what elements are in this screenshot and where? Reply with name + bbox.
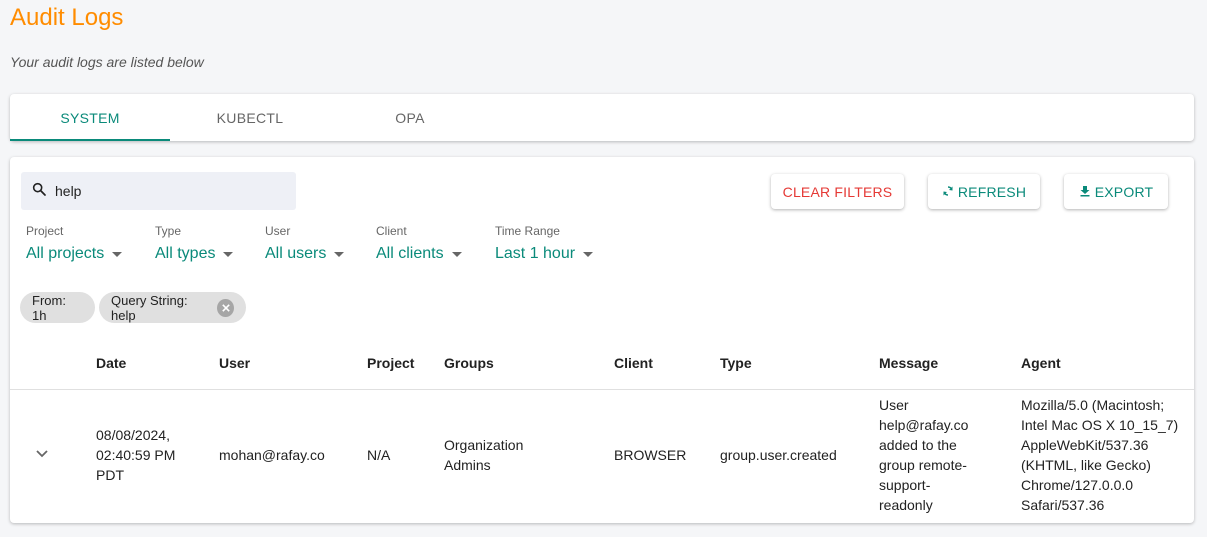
column-header-agent[interactable]: Agent [1021,355,1061,371]
cell-groups: Organization Admins [444,435,523,475]
cell-user: mohan@rafay.co [219,447,325,463]
filter-user-select[interactable]: All users [265,245,345,263]
cell-message-line: added to the [879,437,957,453]
cell-message-line: readonly [879,497,933,513]
clear-filters-button[interactable]: CLEAR FILTERS [771,174,904,209]
refresh-icon [942,184,954,200]
column-header-type[interactable]: Type [720,355,752,371]
page-subtitle: Your audit logs are listed below [10,54,204,70]
filter-client-label: Client [376,224,407,238]
tab-kubectl[interactable]: KUBECTL [170,94,330,141]
search-box[interactable] [21,172,296,210]
column-header-client[interactable]: Client [614,355,653,371]
column-header-groups[interactable]: Groups [444,355,494,371]
table-header: Date User Project Groups Client Type Mes… [10,337,1194,390]
cell-type: group.user.created [720,447,837,463]
cell-agent: Mozilla/5.0 (Macintosh; Intel Mac OS X 1… [1021,395,1178,515]
caret-down-icon [112,251,123,257]
cell-date-line: 08/08/2024, [96,427,170,443]
search-input[interactable] [55,183,275,199]
table-row[interactable]: 08/08/2024, 02:40:59 PM PDT mohan@rafay.… [10,390,1194,523]
cell-agent-line: Chrome/127.0.0.0 [1021,477,1134,493]
refresh-label: REFRESH [957,183,1027,200]
clear-filters-label: CLEAR FILTERS [782,183,893,200]
caret-down-icon [583,251,594,257]
cell-message-line: help@rafay.co [879,417,969,433]
filter-client-value: All clients [376,245,444,262]
filter-client: Client All clients [376,224,462,263]
filter-client-select[interactable]: All clients [376,245,462,263]
cell-client: BROWSER [614,447,687,463]
export-label: EXPORT [1094,183,1154,200]
caret-down-icon [223,251,234,257]
tab-system[interactable]: SYSTEM [10,94,170,141]
chip-remove-icon[interactable] [217,298,234,317]
cell-agent-line: AppleWebKit/537.36 [1021,437,1149,453]
chip-from-label: From: 1h [32,292,66,323]
filter-type-label: Type [155,224,182,238]
filter-time-range-select[interactable]: Last 1 hour [495,245,594,263]
filter-time-range-value: Last 1 hour [495,245,576,262]
column-header-message[interactable]: Message [879,355,938,371]
filter-user-value: All users [265,245,327,262]
chip-query-string: Query String: help [99,292,246,323]
filter-project: Project All projects [26,224,123,263]
filter-project-value: All projects [26,245,105,262]
chevron-down-icon[interactable] [34,446,50,462]
caret-down-icon [334,251,345,257]
cell-message-line: group remote- [879,457,967,473]
cell-groups-line: Organization [444,437,524,453]
chip-query-string-label: Query String: help [111,292,188,323]
audit-log-panel: CLEAR FILTERS REFRESH EXPORT Project All… [10,157,1194,523]
filter-user: User All users [265,224,345,263]
export-button[interactable]: EXPORT [1064,174,1168,209]
search-icon [31,181,47,202]
caret-down-icon [451,251,462,257]
filter-type: Type All types [155,224,234,263]
cell-agent-line: Intel Mac OS X 10_15_7) [1021,417,1179,433]
chip-from: From: 1h [20,292,95,323]
cell-message: User help@rafay.co added to the group re… [879,395,968,515]
filter-project-label: Project [26,224,64,238]
column-header-project[interactable]: Project [367,355,414,371]
cell-date-line: 02:40:59 PM [96,447,176,463]
cell-agent-line: (KHTML, like Gecko) [1021,457,1151,473]
tab-opa[interactable]: OPA [330,94,490,141]
cell-groups-line: Admins [444,457,491,473]
download-icon [1079,184,1091,200]
tab-bar: SYSTEM KUBECTL OPA [10,94,1194,141]
cell-agent-line: Safari/537.36 [1021,497,1105,513]
cell-date: 08/08/2024, 02:40:59 PM PDT [96,425,175,485]
page-title: Audit Logs [10,4,124,31]
cell-agent-line: Mozilla/5.0 (Macintosh; [1021,397,1165,413]
filter-user-label: User [265,224,291,238]
cell-message-line: User [879,397,909,413]
filter-type-select[interactable]: All types [155,245,234,263]
cell-message-line: support- [879,477,931,493]
refresh-button[interactable]: REFRESH [928,174,1040,209]
cell-project: N/A [367,447,391,463]
filter-type-value: All types [155,245,216,262]
filter-time-range-label: Time Range [495,224,560,238]
filter-time-range: Time Range Last 1 hour [495,224,594,263]
cell-date-line: PDT [96,467,124,483]
column-header-date[interactable]: Date [96,355,126,371]
filter-project-select[interactable]: All projects [26,245,123,263]
column-header-user[interactable]: User [219,355,250,371]
